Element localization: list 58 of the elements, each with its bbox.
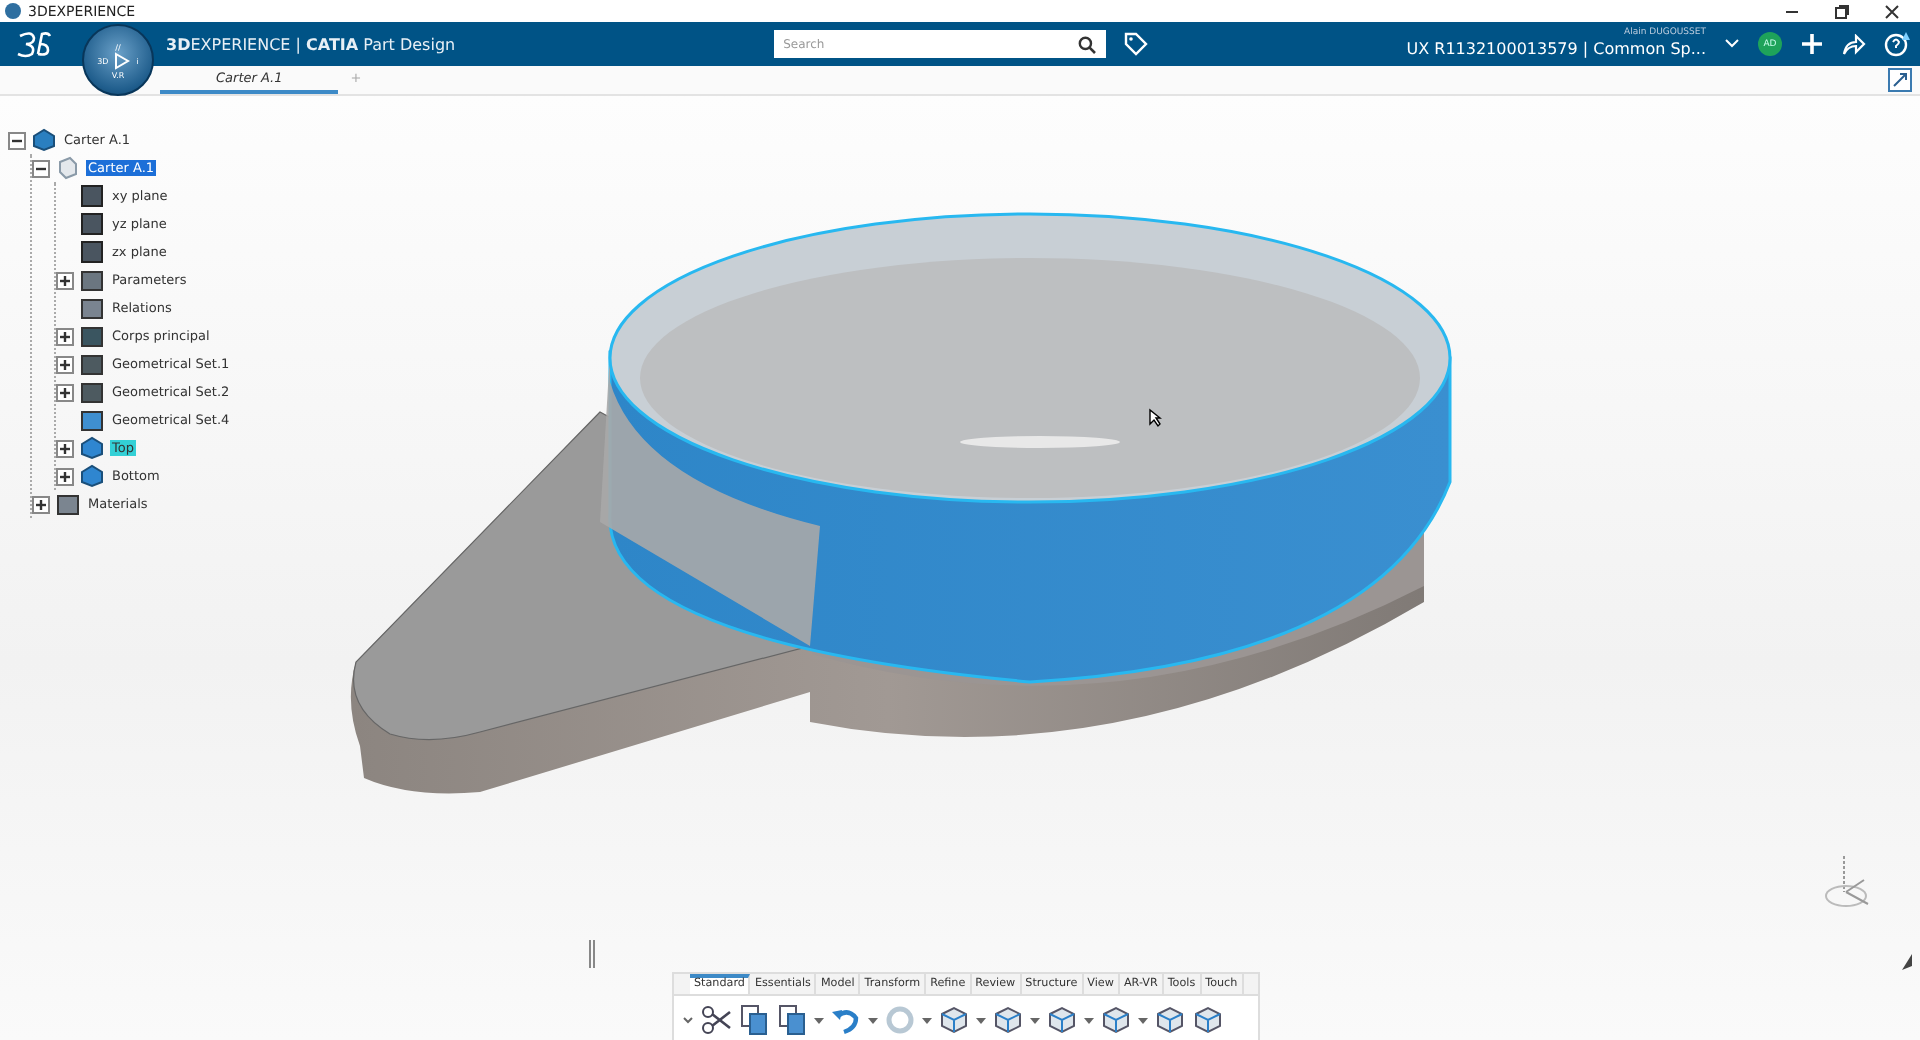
- expand-icon[interactable]: [56, 355, 74, 373]
- caret-icon[interactable]: [814, 1017, 824, 1023]
- corner-grip-icon[interactable]: [1898, 952, 1914, 972]
- chamfer-tool-icon[interactable]: [992, 1004, 1024, 1036]
- caret-icon[interactable]: [1138, 1017, 1148, 1023]
- app-icon: [4, 2, 22, 20]
- hole-tool-icon[interactable]: [1100, 1004, 1132, 1036]
- surface-node-icon: [80, 464, 104, 488]
- play-icon: [114, 51, 131, 69]
- undo-tool-icon[interactable]: [830, 1004, 862, 1036]
- plus-icon[interactable]: [1800, 32, 1824, 56]
- caret-icon[interactable]: [1030, 1017, 1040, 1023]
- pad-tool-icon[interactable]: [938, 1004, 970, 1036]
- close-icon[interactable]: [1884, 3, 1900, 19]
- split-tool-icon[interactable]: [1154, 1004, 1186, 1036]
- caret-icon[interactable]: [868, 1017, 878, 1023]
- cut-tool-icon[interactable]: [700, 1004, 732, 1036]
- tag-icon[interactable]: [1123, 32, 1148, 56]
- collapse-icon[interactable]: [8, 131, 26, 149]
- restore-icon[interactable]: [1834, 3, 1850, 19]
- draft-tool-icon[interactable]: [1192, 1004, 1224, 1036]
- search-icon[interactable]: [1077, 35, 1096, 53]
- surface-node-icon: [80, 436, 104, 460]
- brand-logo-icon[interactable]: [16, 30, 52, 58]
- expand-icon[interactable]: [32, 495, 50, 513]
- app-title: 3DEXPERIENCE | CATIA Part Design: [166, 35, 456, 53]
- share-icon[interactable]: [1842, 33, 1866, 55]
- relations-node-icon: [80, 296, 104, 320]
- copy-tool-icon[interactable]: [738, 1004, 770, 1036]
- params-node-icon: [80, 268, 104, 292]
- paste-tool-icon[interactable]: [776, 1004, 808, 1036]
- plane-node-icon: [80, 240, 104, 264]
- caret-icon[interactable]: [922, 1017, 932, 1023]
- sketchset-node-icon: [80, 408, 104, 432]
- caret-icon[interactable]: [1084, 1017, 1094, 1023]
- cursor-icon: [1148, 408, 1162, 428]
- materials-node-icon: [56, 492, 80, 516]
- splitter-handle-icon[interactable]: [588, 940, 596, 968]
- plane-node-icon: [80, 212, 104, 236]
- help-icon[interactable]: [1884, 30, 1912, 58]
- collab-space-selector[interactable]: UX R1132100013579 | Common Sp...: [1406, 42, 1706, 59]
- caret-icon[interactable]: [976, 1017, 986, 1023]
- collapse-icon[interactable]: [32, 159, 50, 177]
- expand-icon[interactable]: [56, 467, 74, 485]
- plane-node-icon: [80, 184, 104, 208]
- product-node-icon: [32, 128, 56, 152]
- set-node-icon: [80, 352, 104, 376]
- expand-icon[interactable]: [56, 383, 74, 401]
- part-node-icon: [56, 156, 80, 180]
- body-node-icon: [80, 324, 104, 348]
- expand-icon[interactable]: [56, 327, 74, 345]
- expand-icon[interactable]: [56, 439, 74, 457]
- caret-icon[interactable]: [1724, 38, 1740, 50]
- chevron-icon[interactable]: [682, 1016, 694, 1024]
- shell-tool-icon[interactable]: [1046, 1004, 1078, 1036]
- expand-icon[interactable]: [56, 271, 74, 289]
- collapse-view-icon[interactable]: [1888, 68, 1912, 92]
- set-node-icon: [80, 380, 104, 404]
